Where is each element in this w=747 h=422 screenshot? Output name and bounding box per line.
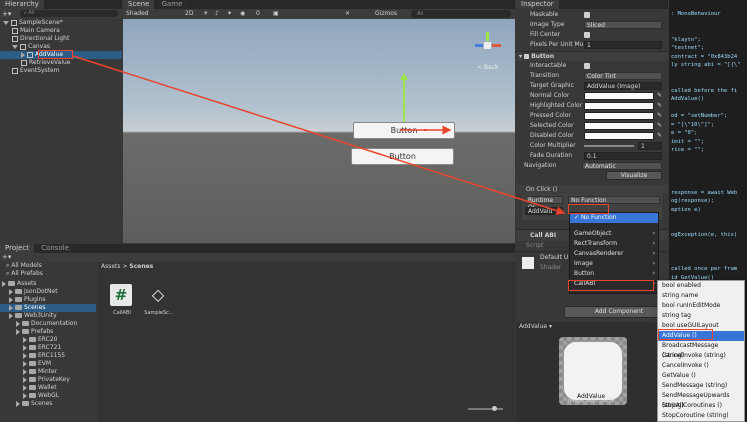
arrow-to-on-click xyxy=(72,55,566,216)
annotation-arrows xyxy=(72,55,566,216)
